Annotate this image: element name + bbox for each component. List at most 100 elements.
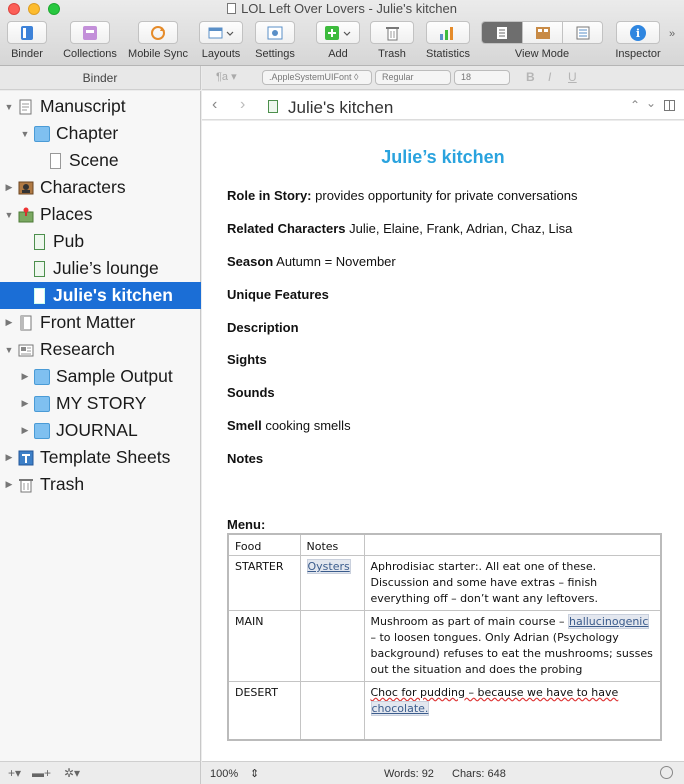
food-cell: STARTER (227, 555, 301, 611)
column-header-notes: Notes (299, 533, 365, 556)
disclosure-collapsed-icon[interactable]: ▶ (4, 479, 14, 490)
disclosure-expanded-icon[interactable]: ▼ (4, 345, 14, 355)
column-header-blank (363, 533, 662, 556)
binder-item-journal[interactable]: ▶ JOURNAL (0, 417, 201, 444)
disclosure-collapsed-icon[interactable]: ▶ (4, 182, 14, 193)
info-icon: i (630, 24, 646, 41)
document-link[interactable]: hallucinogenic (567, 614, 650, 629)
folder-icon (34, 368, 50, 385)
binder-item-trash[interactable]: ▶ Trash (0, 471, 201, 498)
table-row: DESERT Choc for pudding – because we hav… (227, 681, 662, 740)
disclosure-collapsed-icon[interactable]: ▶ (20, 425, 30, 436)
layouts-toolbar-button[interactable]: Layouts (197, 21, 245, 60)
statistics-toolbar-button[interactable]: Statistics (420, 21, 476, 60)
template-sheets-icon (18, 450, 34, 465)
link-cell: Oysters (299, 555, 365, 611)
binder-item-characters[interactable]: ▶ Characters (0, 174, 201, 201)
disclosure-collapsed-icon[interactable]: ▶ (20, 371, 30, 382)
split-editor-icon[interactable] (664, 100, 675, 111)
word-count: Words: 92 (384, 768, 434, 780)
table-row: STARTER Oysters Aphrodisiac starter:. Al… (227, 555, 662, 611)
field-description: Description (227, 320, 299, 335)
menu-table[interactable]: Food Notes STARTER Oysters Aphrodisiac s… (227, 533, 662, 741)
field-unique-features: Unique Features (227, 287, 329, 302)
manuscript-icon (19, 99, 32, 114)
add-toolbar-button[interactable]: Add (316, 21, 360, 60)
disclosure-expanded-icon[interactable]: ▼ (20, 129, 30, 139)
font-size-select[interactable]: 18 (454, 70, 510, 85)
collections-icon (83, 25, 97, 40)
binder-item-pub[interactable]: Pub (0, 228, 201, 255)
forward-arrow-icon[interactable]: › (240, 96, 245, 114)
underline-button[interactable]: U (568, 70, 577, 84)
disclosure-collapsed-icon[interactable]: ▶ (4, 452, 14, 463)
gear-icon[interactable]: ✲▾ (64, 766, 80, 780)
places-icon (18, 207, 34, 222)
trash-toolbar-button[interactable]: Trash (370, 21, 414, 60)
add-icon (325, 25, 351, 40)
binder-item-scene[interactable]: Scene (0, 147, 201, 174)
disclosure-expanded-icon[interactable]: ▼ (4, 102, 14, 112)
window-toolbar: LOL Left Over Lovers - Julie's kitchen B… (0, 0, 684, 66)
format-bar: ¶a ▾ .AppleSystemUIFont ◊ Regular 18 B I… (202, 66, 684, 90)
research-icon (18, 344, 34, 356)
disclosure-collapsed-icon[interactable]: ▶ (4, 317, 14, 328)
link-cell (299, 610, 365, 682)
italic-button[interactable]: I (548, 70, 551, 84)
chevron-up-icon[interactable]: ⌃ (630, 98, 640, 112)
binder-item-julies-kitchen[interactable]: Julie's kitchen (0, 282, 201, 309)
zoom-level[interactable]: 100% (210, 768, 238, 780)
target-icon[interactable] (660, 766, 673, 779)
mobile-sync-toolbar-button[interactable]: Mobile Sync (124, 21, 192, 60)
sync-icon (151, 25, 165, 40)
binder-toolbar-button[interactable]: Binder (4, 21, 50, 60)
notes-cell: Mushroom as part of main course – halluc… (363, 610, 662, 682)
binder-item-my-story[interactable]: ▶ MY STORY (0, 390, 201, 417)
binder-item-places[interactable]: ▼ Places (0, 201, 201, 228)
corkboard-view-segment[interactable] (522, 22, 562, 43)
field-notes: Notes (227, 451, 264, 466)
font-style-select[interactable]: Regular (375, 70, 451, 85)
view-mode-control[interactable]: View Mode (481, 21, 603, 60)
binder-item-front-matter[interactable]: ▶ Front Matter (0, 309, 201, 336)
text-document-icon (50, 152, 61, 169)
folder-icon (34, 125, 50, 142)
bold-button[interactable]: B (526, 70, 535, 84)
binder-item-template-sheets[interactable]: ▶ Template Sheets (0, 444, 201, 471)
field-role-in-story: Role in Story: provides opportunity for … (227, 188, 578, 203)
notes-cell: Choc for pudding – because we have to ha… (363, 681, 662, 740)
add-folder-icon[interactable]: ▬+ (32, 766, 51, 780)
binder-item-sample-output[interactable]: ▶ Sample Output (0, 363, 201, 390)
layouts-icon (208, 27, 234, 38)
food-cell: DESERT (227, 681, 301, 740)
settings-toolbar-button[interactable]: Settings (250, 21, 300, 60)
place-sheet-icon (34, 260, 45, 277)
font-family-select[interactable]: .AppleSystemUIFont ◊ (262, 70, 372, 85)
disclosure-expanded-icon[interactable]: ▼ (4, 210, 14, 220)
toolbar-overflow-icon[interactable]: » (669, 28, 675, 40)
svg-text:i: i (636, 27, 640, 40)
inspector-toolbar-button[interactable]: i Inspector (614, 21, 662, 60)
binder-item-julies-lounge[interactable]: Julie’s lounge (0, 255, 201, 282)
back-arrow-icon[interactable]: ‹ (212, 96, 217, 114)
binder-item-research[interactable]: ▼ Research (0, 336, 201, 363)
zoom-stepper-icon[interactable]: ⇕ (250, 767, 259, 780)
collections-toolbar-button[interactable]: Collections (57, 21, 123, 60)
add-item-icon[interactable]: +▾ (8, 766, 21, 780)
folder-icon (34, 422, 50, 439)
document-link[interactable]: chocolate. (370, 701, 430, 716)
chevron-down-icon[interactable]: ⌄ (646, 96, 656, 110)
outliner-view-segment[interactable] (562, 22, 602, 43)
binder-sidebar: ▼ Manuscript ▼ Chapter Scene ▶ Character… (0, 91, 201, 761)
disclosure-collapsed-icon[interactable]: ▶ (20, 398, 30, 409)
paragraph-style-icon[interactable]: ¶a ▾ (216, 70, 237, 83)
outliner-icon (576, 26, 589, 39)
binder-item-chapter[interactable]: ▼ Chapter (0, 120, 201, 147)
field-sounds: Sounds (227, 385, 275, 400)
window-title: LOL Left Over Lovers - Julie's kitchen (0, 1, 684, 16)
binder-item-manuscript[interactable]: ▼ Manuscript (0, 93, 201, 120)
table-header-row: Food Notes (227, 533, 662, 556)
editor-document[interactable]: Julie’s kitchen Role in Story: provides … (202, 121, 684, 761)
document-link[interactable]: Oysters (306, 559, 351, 574)
document-view-segment[interactable] (482, 22, 522, 43)
